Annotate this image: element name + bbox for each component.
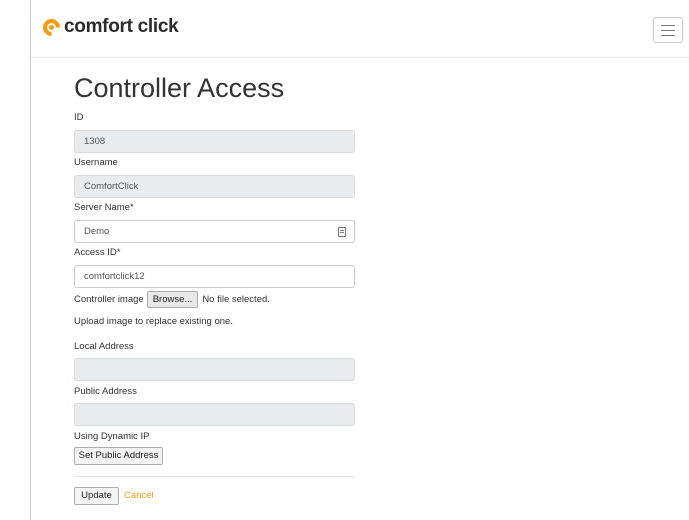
- divider: [74, 476, 355, 477]
- server-name-value: Demo: [84, 226, 110, 237]
- app-frame: comfort click Controller Access ID 1308 …: [30, 0, 689, 520]
- username-field: ComfortClick: [74, 175, 355, 198]
- page-title: Controller Access: [74, 73, 285, 103]
- menu-line: [661, 34, 675, 36]
- file-status: No file selected.: [202, 294, 270, 305]
- controller-image-row: Controller image Browse... No file selec…: [74, 291, 270, 308]
- set-public-address-button[interactable]: Set Public Address: [74, 447, 163, 465]
- comfort-click-logo-icon: [39, 14, 64, 40]
- upload-help-text: Upload image to replace existing one.: [74, 316, 233, 327]
- id-field: 1308: [74, 130, 355, 153]
- menu-line: [661, 29, 675, 31]
- controller-image-label: Controller image: [74, 294, 144, 305]
- dynamic-ip-label: Using Dynamic IP: [74, 431, 150, 442]
- id-label: ID: [74, 112, 84, 123]
- public-address-field: [74, 403, 355, 426]
- update-button[interactable]: Update: [74, 487, 119, 505]
- local-address-field: [74, 358, 355, 381]
- hamburger-menu-icon[interactable]: [653, 17, 683, 43]
- navbar: comfort click: [31, 0, 689, 58]
- username-label: Username: [74, 157, 118, 168]
- menu-line: [661, 24, 675, 26]
- server-name-input[interactable]: Demo: [74, 220, 355, 243]
- public-address-label: Public Address: [74, 386, 137, 397]
- logo[interactable]: comfort click: [39, 14, 179, 40]
- contact-card-icon[interactable]: [338, 227, 346, 237]
- access-id-input[interactable]: comfortclick12: [74, 265, 355, 288]
- local-address-label: Local Address: [74, 341, 134, 352]
- access-id-label: Access ID*: [74, 247, 121, 258]
- brand-name: comfort click: [64, 16, 179, 37]
- server-name-label: Server Name*: [74, 202, 134, 213]
- browse-button[interactable]: Browse...: [146, 291, 199, 308]
- cancel-link[interactable]: Cancel: [124, 490, 154, 501]
